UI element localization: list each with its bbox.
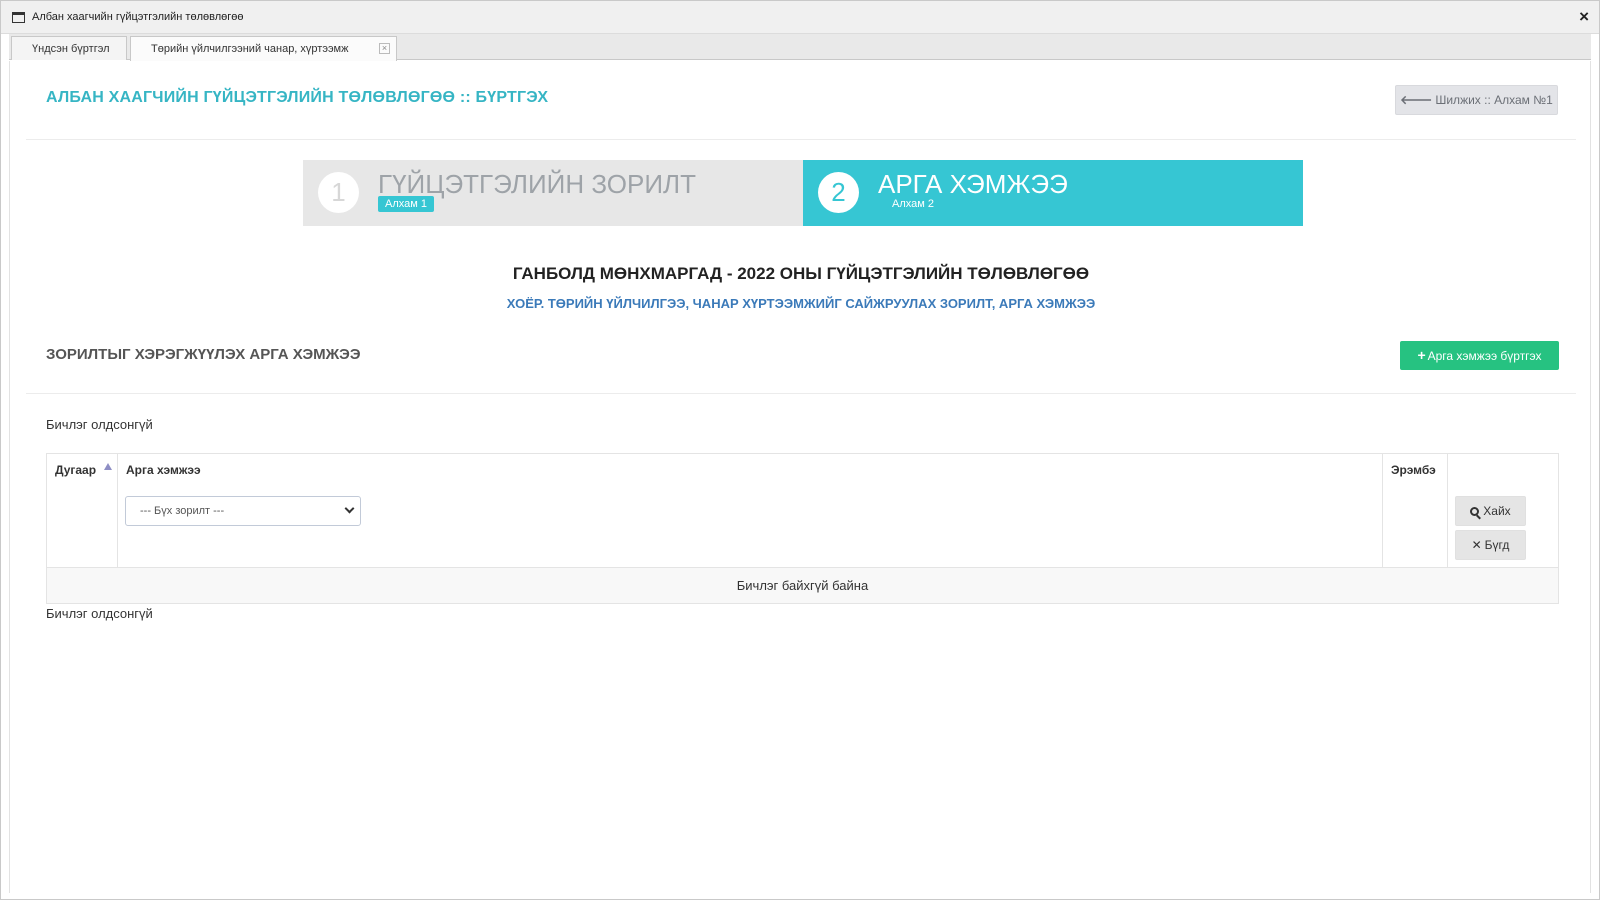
step-number: 2 — [818, 172, 859, 213]
step-badge: Алхам 1 — [378, 196, 434, 212]
column-header-measure[interactable]: Арга хэмжээ — [126, 463, 201, 477]
arrow-left-icon: 🡐 — [1400, 93, 1433, 107]
main-content: АЛБАН ХААГЧИЙН ГҮЙЦЭТГЭЛИЙН ТӨЛӨВЛӨГӨӨ :… — [9, 61, 1591, 893]
plan-title: ГАНБОЛД МӨНХМАРГАД - 2022 ОНЫ ГҮЙЦЭТГЭЛИ… — [512, 264, 1090, 283]
wizard-step-2[interactable]: 2 АРГА ХЭМЖЭЭ Алхам 2 — [803, 160, 1303, 226]
search-label: Хайх — [1483, 504, 1511, 518]
column-number[interactable]: Дугаар — [47, 454, 118, 567]
add-measure-label: Арга хэмжээ бүртгэх — [1427, 349, 1542, 363]
divider — [26, 393, 1576, 394]
plan-subtitle: ХОЁР. ТӨРИЙН ҮЙЛЧИЛГЭЭ, ЧАНАР ХҮРТЭЭМЖИЙ… — [506, 296, 1096, 311]
no-record-text-bottom: Бичлэг олдсонгүй — [46, 606, 153, 621]
objective-filter-select[interactable]: --- Бүх зорилт --- — [125, 496, 361, 526]
column-measure: Арга хэмжээ --- Бүх зорилт --- — [118, 454, 1383, 567]
app-window: Албан хаагчийн гүйцэтгэлийн төлөвлөгөө ×… — [0, 0, 1600, 900]
search-button[interactable]: Хайх — [1455, 496, 1526, 526]
no-record-text-top: Бичлэг олдсонгүй — [46, 417, 153, 432]
close-icon: ✕ — [1471, 538, 1482, 552]
tab-bar: Үндсэн бүртгэл Төрийн үйлчилгээний чанар… — [9, 34, 1591, 61]
step-badge: Алхам 2 — [892, 198, 934, 210]
step-wizard: 1 ГҮЙЦЭТГЭЛИЙН ЗОРИЛТ Алхам 1 2 АРГА ХЭМ… — [303, 160, 1303, 226]
column-order: Эрэмбэ — [1383, 454, 1448, 567]
step-number: 1 — [318, 172, 359, 213]
add-measure-button[interactable]: + Арга хэмжээ бүртгэх — [1400, 341, 1559, 370]
column-header-order[interactable]: Эрэмбэ — [1391, 463, 1436, 477]
empty-table-row: Бичлэг байхгүй байна — [47, 567, 1558, 603]
plus-icon: + — [1417, 347, 1426, 363]
tab-label: Төрийн үйлчилгээний чанар, хүртээмж — [151, 43, 349, 55]
divider — [26, 139, 1576, 140]
clear-filter-button[interactable]: ✕ Бүгд — [1455, 530, 1526, 560]
search-icon — [1470, 507, 1480, 516]
wizard-step-1[interactable]: 1 ГҮЙЦЭТГЭЛИЙН ЗОРИЛТ Алхам 1 — [303, 160, 803, 226]
column-actions: Хайх ✕ Бүгд — [1448, 454, 1559, 567]
measures-table: Дугаар Арга хэмжээ --- Бүх зорилт --- Эр… — [46, 453, 1559, 604]
close-icon[interactable]: × — [1579, 7, 1589, 27]
window-titlebar: Албан хаагчийн гүйцэтгэлийн төлөвлөгөө × — [1, 1, 1599, 34]
tab-label: Үндсэн бүртгэл — [32, 43, 110, 55]
tab-service-quality[interactable]: Төрийн үйлчилгээний чанар, хүртээмж × — [130, 36, 397, 61]
section-title: ЗОРИЛТЫГ ХЭРЭГЖҮҮЛЭХ АРГА ХЭМЖЭЭ — [46, 346, 361, 363]
clear-label: Бүгд — [1484, 538, 1510, 552]
back-step-button[interactable]: 🡐 Шилжих :: Алхам №1 — [1395, 85, 1558, 115]
page-title: АЛБАН ХААГЧИЙН ГҮЙЦЭТГЭЛИЙН ТӨЛӨВЛӨГӨӨ :… — [46, 89, 549, 106]
back-step-label: Шилжих :: Алхам №1 — [1435, 93, 1553, 107]
tab-close-icon[interactable]: × — [379, 43, 390, 54]
chevron-down-icon — [344, 503, 355, 514]
window-title: Албан хаагчийн гүйцэтгэлийн төлөвлөгөө — [32, 11, 244, 23]
select-value: --- Бүх зорилт --- — [140, 505, 225, 517]
window-icon — [12, 12, 25, 23]
sort-asc-icon[interactable] — [104, 463, 112, 470]
column-header-number[interactable]: Дугаар — [55, 463, 96, 477]
tab-main-registration[interactable]: Үндсэн бүртгэл — [11, 36, 127, 60]
